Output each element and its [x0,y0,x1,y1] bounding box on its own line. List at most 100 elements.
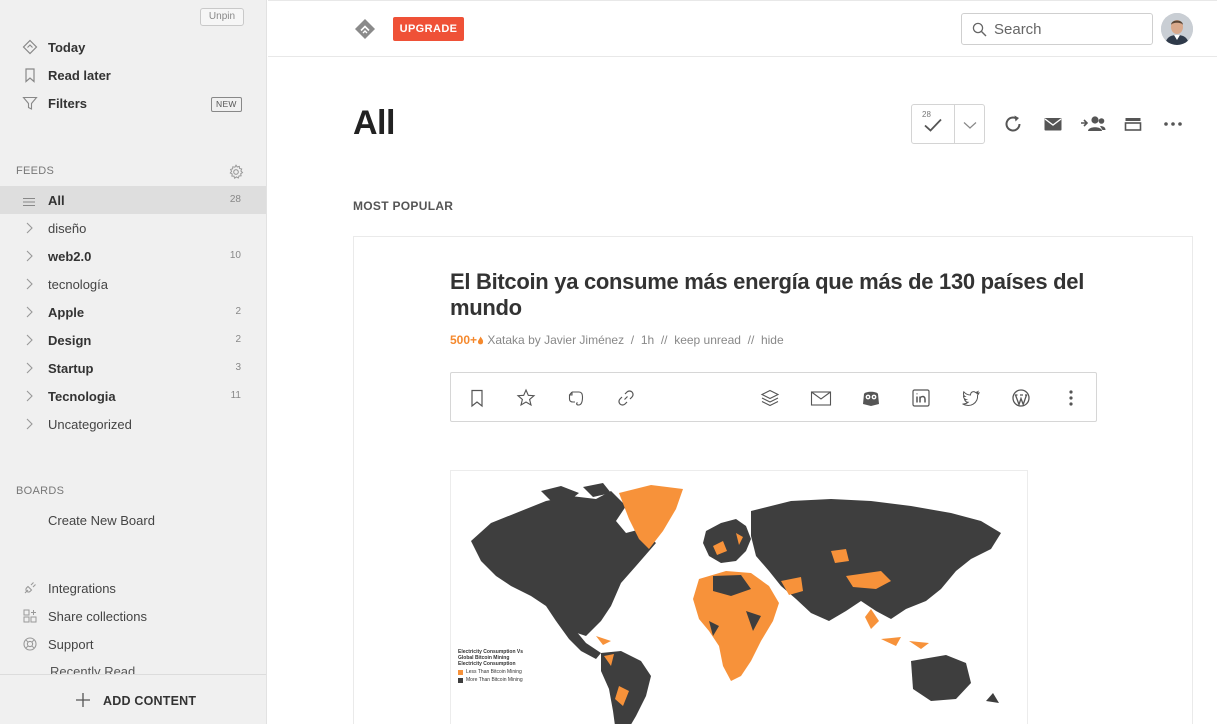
feed-item-uncategorized[interactable]: Uncategorized [0,410,266,438]
article-action-bar [450,372,1097,422]
checkmark-icon[interactable] [922,116,944,134]
lifebuoy-icon [22,636,38,652]
feed-label: diseño [48,221,87,236]
list-icon [22,195,36,207]
evernote-icon[interactable] [566,388,586,408]
layers-icon[interactable] [760,388,780,408]
bookmark-icon [22,67,38,83]
new-badge: NEW [211,97,242,112]
filter-icon [22,95,38,111]
nav-item-share-collections[interactable]: Share collections [0,602,266,630]
feed-count: 10 [229,250,241,261]
feed-label: tecnología [48,277,108,292]
plus-icon [75,692,91,708]
feed-item-tecnologia[interactable]: Tecnologia 11 [0,382,266,410]
upgrade-button[interactable]: UPGRADE [393,17,464,41]
star-icon[interactable] [516,388,536,408]
world-map-image [471,483,1001,724]
search-input[interactable] [994,19,1144,39]
keep-unread-link[interactable]: keep unread [674,333,741,347]
feed-label: Startup [48,361,94,376]
mail-icon[interactable] [1042,113,1064,135]
linkedin-icon[interactable] [911,388,931,408]
email-share-icon[interactable] [810,388,832,408]
page-title: All [353,104,395,142]
nav-item-filters[interactable]: Filters NEW [0,89,266,117]
more-horizontal-icon[interactable] [1162,113,1184,135]
chevron-right-icon[interactable] [24,250,34,262]
feed-label: web2.0 [48,249,92,264]
create-new-board-link[interactable]: Create New Board [0,506,266,534]
chevron-right-icon[interactable] [24,334,34,346]
search-box[interactable] [961,13,1153,45]
feed-count: 28 [229,194,241,205]
nav-item-label: Read later [48,68,111,83]
feed-label: Design [48,333,92,348]
more-vertical-icon[interactable] [1061,388,1081,408]
add-content-label: ADD CONTENT [103,694,197,708]
popularity-count: 500+ [450,333,484,347]
map-legend: Electricity Consumption Vs Global Bitcoi… [458,649,524,683]
nav-item-label: Support [48,637,94,652]
feed-count: 11 [230,390,241,401]
feed-count: 2 [235,306,241,317]
unpin-button[interactable]: Unpin [200,8,244,26]
nav-item-label: Integrations [48,581,116,596]
chevron-right-icon[interactable] [24,306,34,318]
nav-item-label: Today [48,40,86,55]
add-content-button[interactable]: ADD CONTENT [0,674,266,724]
feed-item-tecnologia-lower[interactable]: tecnología [0,270,266,298]
layout-view-icon[interactable] [1122,113,1144,135]
feed-item-all[interactable]: All 28 [0,186,266,214]
chevron-right-icon[interactable] [24,362,34,374]
chevron-right-icon[interactable] [24,418,34,430]
feeds-section-label: FEEDS [16,165,55,177]
feed-item-web20[interactable]: web2.0 10 [0,242,266,270]
nav-item-support[interactable]: Support [0,630,266,658]
article-title[interactable]: El Bitcoin ya consume más energía que má… [450,269,1130,321]
feed-label: Tecnologia [48,389,116,404]
feedly-logo-icon[interactable] [354,18,376,40]
nav-item-label: Filters [48,96,88,111]
nav-item-read-later[interactable]: Read later [0,61,266,89]
chevron-down-icon[interactable] [962,118,978,130]
feed-item-apple[interactable]: Apple 2 [0,298,266,326]
feed-count: 2 [235,334,241,345]
chevron-right-icon[interactable] [24,278,34,290]
article-source[interactable]: Xataka by Javier Jiménez [487,333,624,347]
divider [954,105,955,143]
plug-icon [22,580,38,596]
gear-icon[interactable] [228,164,244,180]
hide-link[interactable]: hide [761,333,784,347]
feed-item-design[interactable]: Design 2 [0,326,266,354]
legend-swatch-more [458,677,463,683]
chevron-right-icon[interactable] [24,222,34,234]
avatar[interactable] [1161,13,1193,45]
nav-item-today[interactable]: Today [0,33,266,61]
top-bar: UPGRADE [268,0,1217,57]
feed-item-diseno[interactable]: diseño [0,214,266,242]
feed-count: 3 [235,362,241,373]
team-share-icon[interactable] [1080,113,1106,135]
sidebar: Unpin Today Read later Filters NEW FEEDS [0,0,267,724]
boards-section-label: BOARDS [16,485,65,497]
hootsuite-icon[interactable] [861,388,881,408]
feed-label: All [48,193,65,208]
create-board-label: Create New Board [48,513,155,528]
search-icon [972,22,987,37]
share-collections-icon [22,608,38,624]
nav-item-label: Share collections [48,609,147,624]
nav-item-integrations[interactable]: Integrations [0,574,266,602]
article-image-world-map[interactable]: Electricity Consumption Vs Global Bitcoi… [450,470,1028,724]
mark-as-read-control[interactable]: 28 [911,104,985,144]
link-icon[interactable] [616,388,636,408]
refresh-icon[interactable] [1002,113,1024,135]
twitter-icon[interactable] [961,388,981,408]
legend-swatch-less [458,669,463,675]
chevron-right-icon[interactable] [24,390,34,402]
today-diamond-icon [22,39,38,55]
save-for-later-icon[interactable] [467,388,487,408]
wordpress-icon[interactable] [1011,388,1031,408]
feed-item-startup[interactable]: Startup 3 [0,354,266,382]
feed-label: Apple [48,305,85,320]
